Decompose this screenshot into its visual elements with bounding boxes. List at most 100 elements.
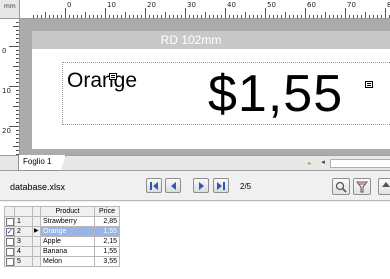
media-size-label: RD 102mm xyxy=(32,31,390,49)
ruler-tick xyxy=(189,15,190,18)
product-cell[interactable]: Orange xyxy=(40,226,95,237)
label-paper[interactable]: Orange $1,55 xyxy=(32,49,390,149)
tab-sheet-1[interactable]: Foglio 1 xyxy=(18,155,66,171)
last-record-button[interactable] xyxy=(213,178,229,193)
ruler-label: 0 xyxy=(2,47,7,55)
last-record-icon xyxy=(217,182,225,190)
price-text-object[interactable]: $1,55 xyxy=(208,68,343,120)
ruler-tick xyxy=(297,15,298,18)
header-indicator-cell xyxy=(32,206,41,217)
header-check-cell xyxy=(4,206,15,217)
sort-icon xyxy=(382,182,390,187)
price-cell[interactable]: 1,55 xyxy=(94,226,120,237)
label-canvas: RD 102mm Orange $1,55 xyxy=(20,19,390,155)
database-grid-panel: Product Price 1Strawberry2,852▶Orange1,5… xyxy=(0,202,390,279)
table-row[interactable]: 2▶Orange1,55 xyxy=(4,226,120,237)
ruler-tick xyxy=(16,22,19,23)
ruler-label: 60 xyxy=(307,1,316,9)
ruler-tick xyxy=(209,15,210,18)
filter-icon xyxy=(356,181,368,193)
row-indicator xyxy=(32,246,41,257)
row-checkbox[interactable] xyxy=(5,257,14,266)
ruler-tick xyxy=(69,15,70,18)
first-record-button[interactable] xyxy=(146,178,162,193)
ruler-tick xyxy=(33,15,34,18)
row-checkbox-cell[interactable] xyxy=(4,256,15,267)
ruler-tick xyxy=(16,78,19,79)
row-checkbox-cell[interactable] xyxy=(4,246,15,257)
price-cell[interactable]: 1,55 xyxy=(94,246,120,257)
ruler-tick xyxy=(345,8,346,18)
table-row[interactable]: 4 Banana 1,55 xyxy=(4,246,120,257)
ruler-label: 0 xyxy=(67,1,72,9)
row-checkbox-cell[interactable] xyxy=(4,236,15,247)
row-checkbox[interactable] xyxy=(5,227,14,236)
product-cell[interactable]: Apple xyxy=(40,236,95,247)
ruler-tick xyxy=(241,15,242,18)
filter-button[interactable] xyxy=(353,178,371,195)
column-header-product[interactable]: Product xyxy=(40,206,95,217)
next-record-button[interactable] xyxy=(193,178,209,193)
ruler-tick xyxy=(293,15,294,18)
ruler-tick xyxy=(16,122,19,123)
ruler-tick xyxy=(373,15,374,18)
ruler-tick xyxy=(117,15,118,18)
table-row[interactable]: 1 Strawberry 2,85 xyxy=(4,216,120,227)
previous-record-button[interactable] xyxy=(165,178,181,193)
sheet-tab-strip: Foglio 1 ⌖ ◂ xyxy=(0,155,390,171)
column-header-price[interactable]: Price xyxy=(94,206,120,217)
ruler-tick xyxy=(165,12,166,18)
ruler-tick xyxy=(81,15,82,18)
row-checkbox-cell[interactable] xyxy=(4,216,15,227)
row-checkbox-cell[interactable] xyxy=(4,226,15,237)
ruler-tick xyxy=(16,134,19,135)
header-rownum-cell xyxy=(14,206,33,217)
price-cell[interactable]: 3,55 xyxy=(94,256,120,267)
ruler-tick xyxy=(137,15,138,18)
zoom-icon[interactable]: ⌖ xyxy=(307,159,316,168)
ruler-tick xyxy=(233,15,234,18)
product-cell[interactable]: Strawberry xyxy=(40,216,95,227)
ruler-tick xyxy=(16,114,19,115)
ruler-tick xyxy=(16,62,19,63)
search-button[interactable] xyxy=(332,178,350,195)
table-row[interactable]: 5 Melon 3,55 xyxy=(4,256,120,267)
price-cell[interactable]: 2,85 xyxy=(94,216,120,227)
ruler-tick xyxy=(161,15,162,18)
ruler-tick xyxy=(269,15,270,18)
ruler-label: 50 xyxy=(267,1,276,9)
database-link-icon xyxy=(109,73,117,80)
table-row[interactable]: 3 Apple 2,15 xyxy=(4,236,120,247)
ruler-tick xyxy=(261,15,262,18)
ruler-tick xyxy=(16,38,19,39)
row-checkbox[interactable] xyxy=(5,237,14,246)
row-checkbox[interactable] xyxy=(5,247,14,256)
product-cell[interactable]: Melon xyxy=(40,256,95,267)
ruler-tick xyxy=(349,15,350,18)
row-indicator xyxy=(32,256,41,267)
scroll-left-arrow-icon[interactable]: ◂ xyxy=(318,157,328,169)
ruler-unit-label: mm xyxy=(4,3,16,10)
ruler-tick xyxy=(85,12,86,18)
ruler-tick xyxy=(37,15,38,18)
ruler-tick xyxy=(16,94,19,95)
ruler-tick xyxy=(129,15,130,18)
row-checkbox[interactable] xyxy=(5,217,14,226)
ruler-tick xyxy=(301,15,302,18)
price-cell[interactable]: 2,15 xyxy=(94,236,120,247)
sort-button[interactable] xyxy=(378,178,390,195)
product-cell[interactable]: Banana xyxy=(40,246,95,257)
ruler-tick xyxy=(53,15,54,18)
ruler-label: 40 xyxy=(227,1,236,9)
ruler-tick xyxy=(9,46,19,47)
product-text-object[interactable]: Orange xyxy=(67,70,137,91)
ruler-tick xyxy=(213,15,214,18)
ruler-tick xyxy=(321,15,322,18)
ruler-label: 20 xyxy=(147,1,156,9)
horizontal-scrollbar[interactable] xyxy=(330,159,390,168)
ruler-label: 10 xyxy=(2,87,11,95)
ruler-tick xyxy=(105,8,106,18)
vertical-ruler: 0 10 20 xyxy=(0,19,20,155)
ruler-tick xyxy=(197,15,198,18)
ruler-tick xyxy=(61,15,62,18)
